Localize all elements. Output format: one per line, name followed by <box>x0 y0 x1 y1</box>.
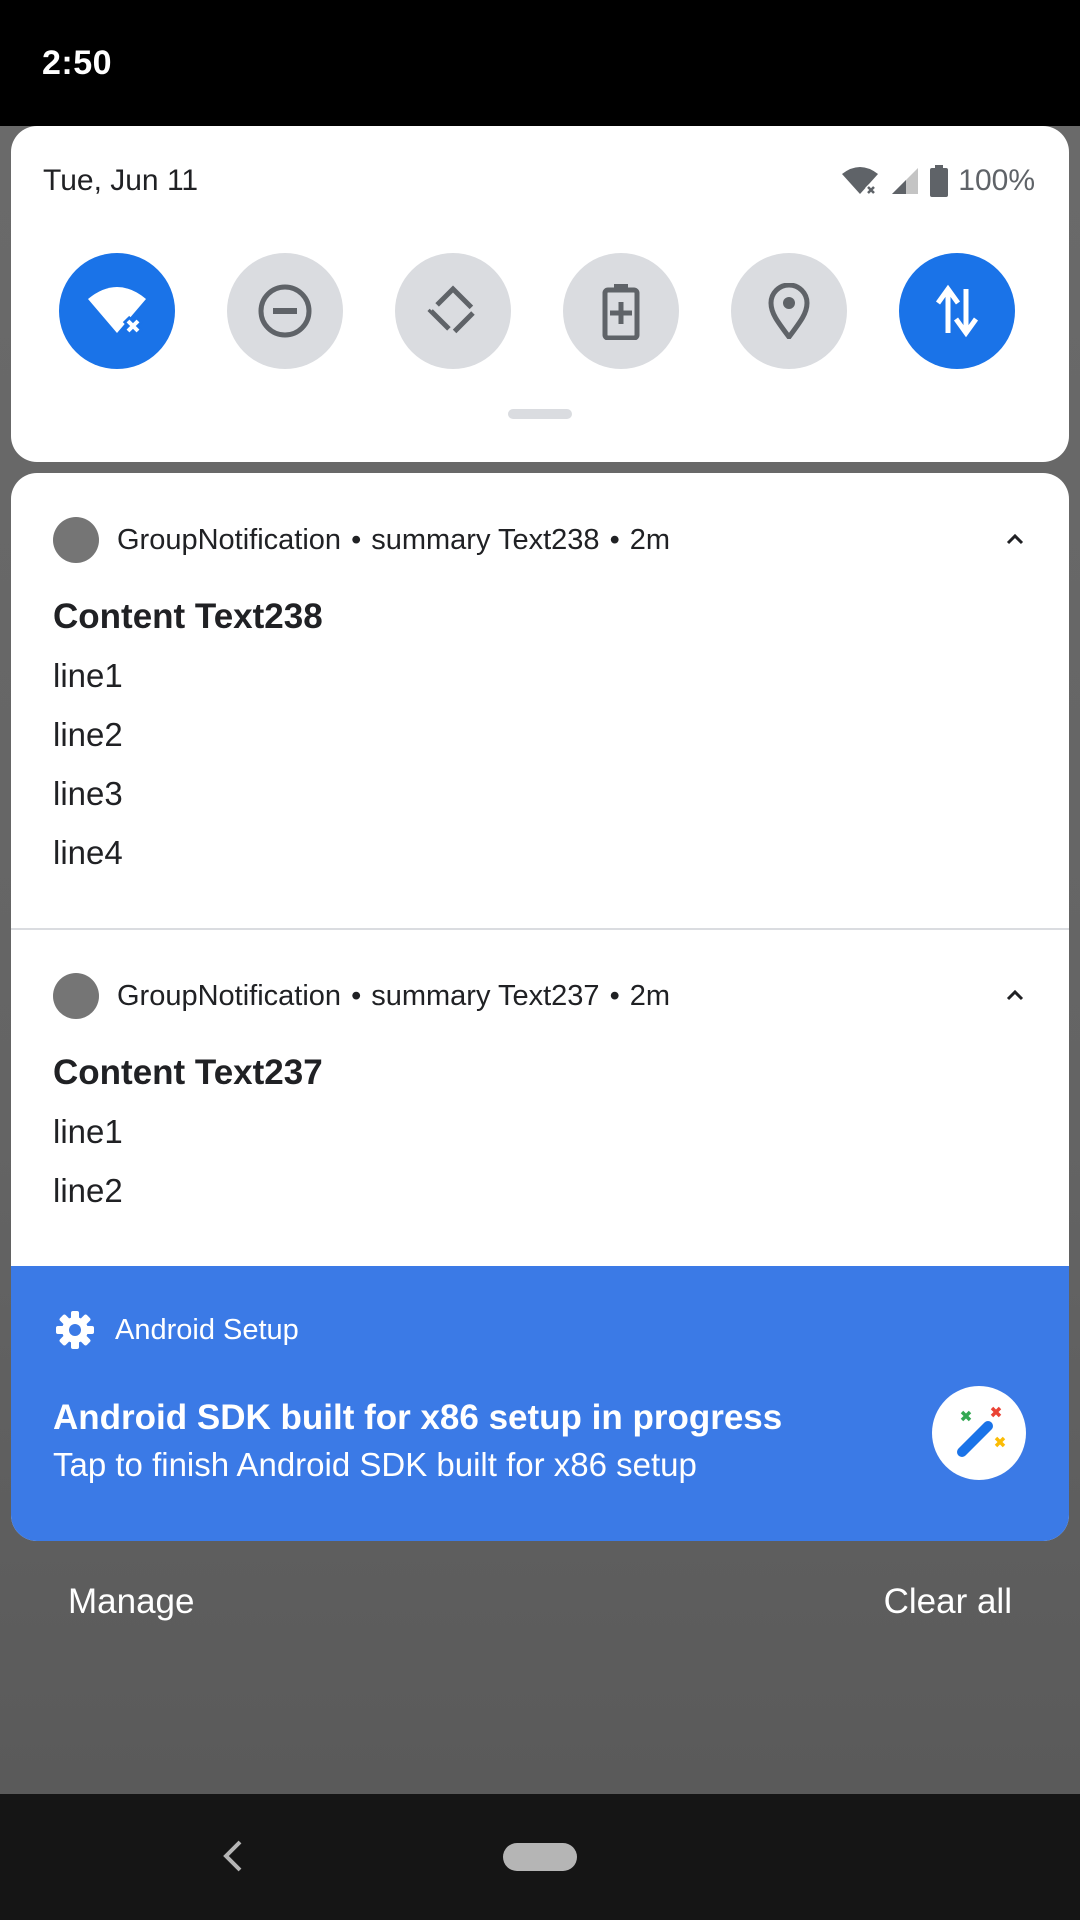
tile-location[interactable] <box>731 253 847 369</box>
separator: • <box>351 523 362 556</box>
notification-summary: summary Text237 <box>371 979 600 1012</box>
notification-time: 2m <box>629 523 671 556</box>
notification-list: GroupNotification • summary Text238 • 2m… <box>11 473 1069 1541</box>
tile-auto-rotate[interactable] <box>395 253 511 369</box>
quick-settings-tiles <box>59 253 1029 369</box>
notification-header: Android Setup <box>55 1310 299 1350</box>
tile-battery-saver[interactable] <box>563 253 679 369</box>
signal-icon <box>892 168 919 194</box>
notification-line: line4 <box>53 834 123 871</box>
battery-percent: 100% <box>958 164 1035 197</box>
mobile-data-icon <box>935 284 979 338</box>
notification-item[interactable]: GroupNotification • summary Text237 • 2m… <box>11 930 1069 1266</box>
battery-saver-icon <box>602 284 640 340</box>
gear-icon <box>56 1311 94 1349</box>
separator: • <box>609 523 620 556</box>
status-clock: 2:50 <box>42 44 113 82</box>
notification-app-name: GroupNotification <box>117 523 342 556</box>
notification-line: line1 <box>53 657 123 694</box>
home-button[interactable] <box>503 1843 577 1871</box>
tile-mobile-data[interactable] <box>899 253 1015 369</box>
qs-date[interactable]: Tue, Jun 11 <box>43 164 198 198</box>
separator: • <box>609 979 620 1012</box>
wifi-off-icon <box>842 167 879 196</box>
chevron-up-icon[interactable] <box>1003 984 1027 1008</box>
notification-text: Tap to finish Android SDK built for x86 … <box>53 1446 697 1483</box>
qs-status-icons: 100% <box>840 164 1035 198</box>
drag-handle[interactable] <box>508 409 572 419</box>
notification-header: GroupNotification • summary Text237 • 2m <box>53 973 670 1019</box>
clear-all-button[interactable]: Clear all <box>884 1582 1012 1622</box>
app-icon <box>53 517 99 563</box>
notification-title: Content Text237 <box>53 1053 323 1092</box>
app-icon <box>53 973 99 1019</box>
notification-line: line2 <box>53 1172 123 1209</box>
location-icon <box>768 283 810 339</box>
notification-app-name: GroupNotification <box>117 979 342 1012</box>
magic-wand-icon <box>932 1386 1026 1480</box>
status-bar: 2:50 <box>0 0 1080 126</box>
notification-line: line1 <box>53 1113 123 1150</box>
tile-wifi[interactable] <box>59 253 175 369</box>
notification-title: Android SDK built for x86 setup in progr… <box>53 1398 783 1437</box>
wifi-off-icon <box>88 287 146 337</box>
notification-title: Content Text238 <box>53 597 323 636</box>
notification-time: 2m <box>629 979 671 1012</box>
quick-settings-panel: Tue, Jun 11 100% <box>11 126 1069 462</box>
tile-do-not-disturb[interactable] <box>227 253 343 369</box>
notification-item[interactable]: GroupNotification • summary Text238 • 2m… <box>11 473 1069 928</box>
notification-header: GroupNotification • summary Text238 • 2m <box>53 517 670 563</box>
setup-notification[interactable]: Android Setup Android SDK built for x86 … <box>11 1266 1069 1541</box>
notification-line: line3 <box>53 775 123 812</box>
do-not-disturb-icon <box>258 284 312 338</box>
notification-summary: summary Text238 <box>371 523 600 556</box>
auto-rotate-icon <box>427 285 479 337</box>
back-icon[interactable] <box>218 1836 248 1876</box>
manage-button[interactable]: Manage <box>68 1582 194 1622</box>
battery-icon <box>930 165 949 197</box>
separator: • <box>351 979 362 1012</box>
notification-line: line2 <box>53 716 123 753</box>
notification-app-name: Android Setup <box>115 1313 299 1346</box>
chevron-up-icon[interactable] <box>1003 528 1027 552</box>
